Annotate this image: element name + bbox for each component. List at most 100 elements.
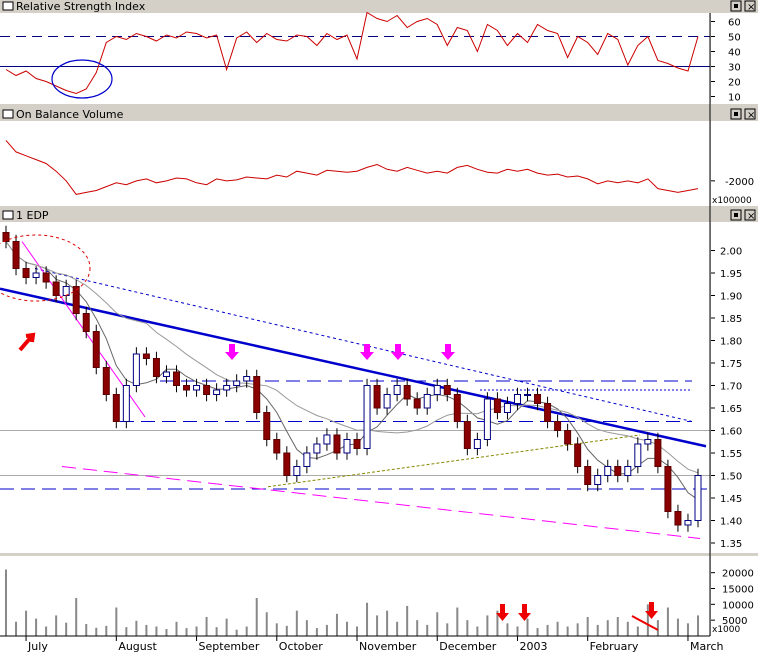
- candle: [564, 430, 572, 445]
- price-tick-label: 1.65: [720, 404, 742, 415]
- volume-tick-label: 15000: [722, 585, 754, 596]
- x-tick-label: August: [118, 640, 157, 653]
- candle: [403, 385, 411, 400]
- candle: [503, 403, 511, 413]
- volume-tick-label: 20000: [722, 569, 754, 580]
- close-icon: ×: [747, 211, 755, 222]
- minimize-icon: [734, 112, 738, 116]
- candle: [82, 313, 90, 332]
- x-tick-label: 2003: [519, 640, 547, 653]
- candle: [513, 394, 521, 404]
- candle: [423, 394, 431, 409]
- obv-multiplier: x100000: [712, 196, 752, 206]
- candle: [473, 439, 481, 449]
- candle: [152, 358, 160, 377]
- candle: [373, 385, 381, 409]
- candle: [353, 439, 361, 449]
- price-tick-label: 1.85: [720, 314, 742, 325]
- candle: [534, 394, 542, 404]
- volume-multiplier: x1000: [712, 625, 741, 635]
- x-tick-label: September: [199, 640, 260, 653]
- candle: [654, 439, 662, 467]
- volume-tick-label: 10000: [722, 600, 754, 611]
- price-title: 1 EDP: [16, 209, 49, 222]
- candle: [483, 398, 491, 440]
- candle: [32, 272, 40, 278]
- price-tick-label: 1.55: [720, 449, 742, 460]
- candle: [393, 385, 401, 395]
- candle: [22, 268, 30, 278]
- candle: [92, 331, 100, 368]
- candle: [263, 412, 271, 440]
- price-tick-label: 1.75: [720, 359, 742, 370]
- candle: [343, 439, 351, 454]
- volume-panel: [0, 556, 758, 653]
- candle: [604, 466, 612, 476]
- candle: [634, 443, 642, 467]
- candle: [273, 439, 281, 454]
- candle: [233, 380, 241, 386]
- candle: [102, 367, 110, 395]
- candle: [614, 466, 622, 476]
- x-tick-label: February: [590, 640, 639, 653]
- candle: [433, 385, 441, 395]
- candle: [183, 385, 191, 391]
- candle: [574, 443, 582, 467]
- candle: [674, 511, 682, 526]
- price-tick-label: 1.90: [720, 292, 742, 303]
- x-tick-label: October: [279, 640, 323, 653]
- candle: [303, 452, 311, 467]
- candle: [363, 385, 371, 449]
- candle: [694, 475, 702, 521]
- candle: [172, 371, 180, 386]
- rsi-tick-label: 10: [728, 93, 741, 104]
- price-tick-label: 1.80: [720, 337, 742, 348]
- price-tick-label: 1.60: [720, 427, 742, 438]
- candle: [313, 443, 321, 454]
- rsi-panel: Relative Strength Index ×: [0, 0, 758, 106]
- price-tick-label: 1.45: [720, 494, 742, 505]
- candle: [333, 434, 341, 454]
- obv-panel: On Balance Volume ×: [0, 108, 758, 207]
- chart-svg: Relative Strength Index × On Balance Vol…: [0, 0, 758, 653]
- price-tick-label: 1.50: [720, 472, 742, 483]
- price-tick-label: 1.35: [720, 539, 742, 550]
- x-tick-label: March: [690, 640, 724, 653]
- candle: [122, 385, 130, 422]
- candle: [323, 434, 331, 445]
- price-tick-label: 1.70: [720, 382, 742, 393]
- candle: [72, 286, 80, 314]
- panel-icon: [2, 1, 14, 11]
- candle: [524, 394, 532, 396]
- chart-window: Relative Strength Index × On Balance Vol…: [0, 0, 758, 653]
- candle: [644, 439, 652, 445]
- candle: [413, 398, 421, 409]
- candle: [193, 385, 201, 391]
- rsi-tick-label: 40: [728, 48, 741, 59]
- x-tick-label: November: [359, 640, 417, 653]
- candle: [463, 421, 471, 449]
- rsi-tick-label: 30: [728, 63, 741, 74]
- close-icon: ×: [747, 110, 755, 121]
- obv-tick-label: -2000: [725, 177, 754, 188]
- candle: [293, 466, 301, 476]
- rsi-title: Relative Strength Index: [16, 0, 146, 13]
- rsi-tick-label: 60: [728, 18, 741, 29]
- candle: [112, 394, 120, 422]
- candle: [544, 403, 552, 422]
- candle: [283, 452, 291, 476]
- x-tick-label: July: [27, 640, 48, 653]
- price-tick-label: 1.40: [720, 517, 742, 528]
- candle: [243, 376, 251, 382]
- candle: [52, 281, 60, 296]
- price-tick-label: 2.00: [720, 247, 742, 258]
- price-tick-label: 1.95: [720, 269, 742, 280]
- candle: [493, 398, 501, 413]
- minimize-icon: [734, 213, 738, 217]
- candle: [584, 466, 592, 485]
- candle: [223, 385, 231, 391]
- candle: [2, 232, 10, 242]
- candle: [443, 385, 451, 395]
- candle: [554, 421, 562, 431]
- candle: [203, 385, 211, 395]
